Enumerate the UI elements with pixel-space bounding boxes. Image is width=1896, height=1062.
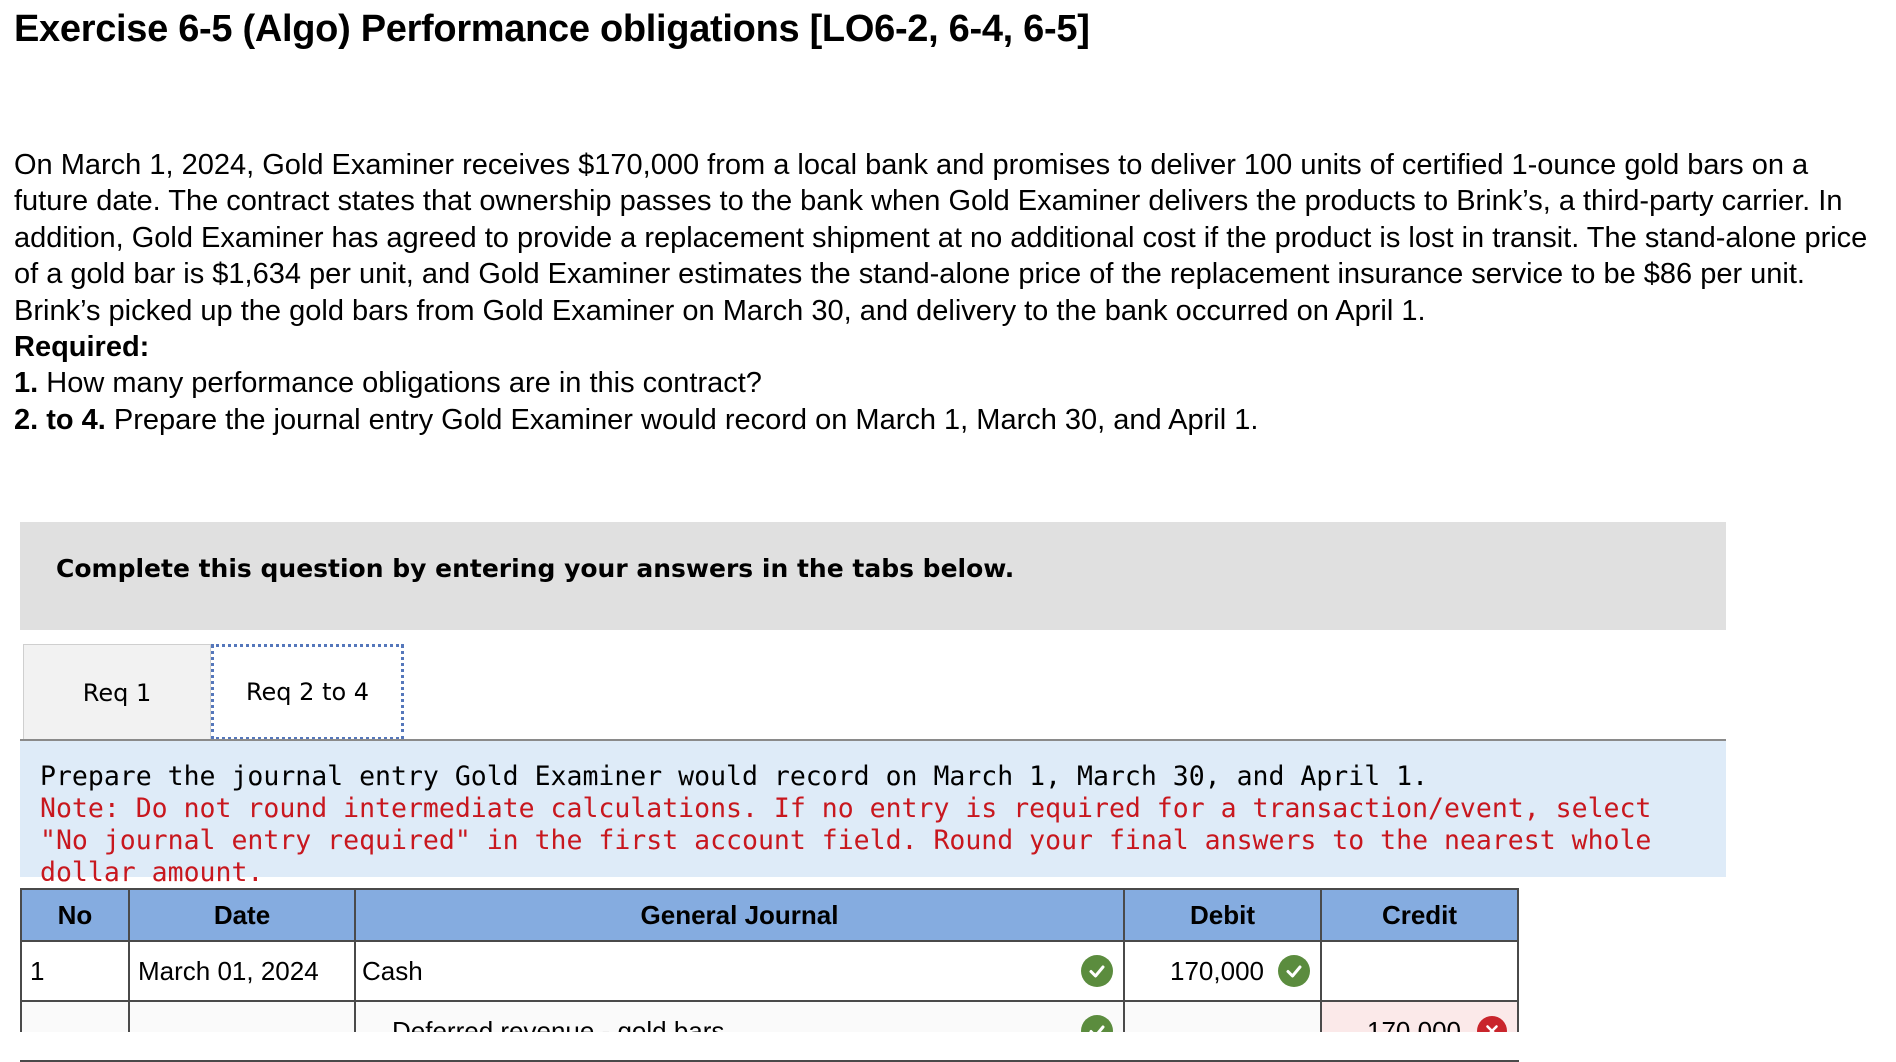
tab-req-2-to-4[interactable]: Req 2 to 4 xyxy=(211,644,404,740)
table-header-row: No Date General Journal Debit Credit xyxy=(20,888,1519,942)
check-icon xyxy=(1278,955,1310,987)
viewport-cutoff xyxy=(0,1032,1896,1060)
header-credit: Credit xyxy=(1320,888,1519,942)
date-select[interactable]: March 01, 2024 xyxy=(128,940,356,1002)
instructions-banner: Complete this question by entering your … xyxy=(20,522,1726,630)
task-instruction: Prepare the journal entry Gold Examiner … xyxy=(40,761,1429,792)
account-name: Cash xyxy=(362,955,423,986)
debit-input[interactable]: 170,000 xyxy=(1123,940,1322,1002)
required-heading: Required: xyxy=(14,331,150,364)
tab-req-1[interactable]: Req 1 xyxy=(23,644,211,740)
question-2-4-number: 2. to 4. xyxy=(14,403,106,436)
task-note: Note: Do not round intermediate calculat… xyxy=(40,793,1652,888)
header-no: No xyxy=(20,888,130,942)
instructions-text: Complete this question by entering your … xyxy=(56,554,1015,583)
question-1-number: 1. xyxy=(14,367,39,400)
question-2-4-text: Prepare the journal entry Gold Examiner … xyxy=(113,403,1259,436)
debit-value: 170,000 xyxy=(1170,955,1264,986)
credit-input[interactable] xyxy=(1320,940,1519,1002)
task-panel: Prepare the journal entry Gold Examiner … xyxy=(20,741,1726,888)
header-debit: Debit xyxy=(1123,888,1322,942)
entry-number: 1 xyxy=(20,940,130,1002)
table-row: 1 March 01, 2024 Cash 170,000 xyxy=(20,940,1519,1002)
header-general-journal: General Journal xyxy=(354,888,1125,942)
problem-text: On March 1, 2024, Gold Examiner receives… xyxy=(14,149,1868,327)
page-title: Exercise 6-5 (Algo) Performance obligati… xyxy=(14,8,1090,50)
account-select[interactable]: Cash xyxy=(354,940,1125,1002)
question-1-text: How many performance obligations are in … xyxy=(46,367,762,400)
question-2-4: 2. to 4. Prepare the journal entry Gold … xyxy=(14,402,1882,438)
question-1: 1. How many performance obligations are … xyxy=(14,365,1882,401)
header-date: Date xyxy=(128,888,356,942)
check-icon xyxy=(1081,955,1113,987)
problem-statement: On March 1, 2024, Gold Examiner receives… xyxy=(14,147,1882,438)
